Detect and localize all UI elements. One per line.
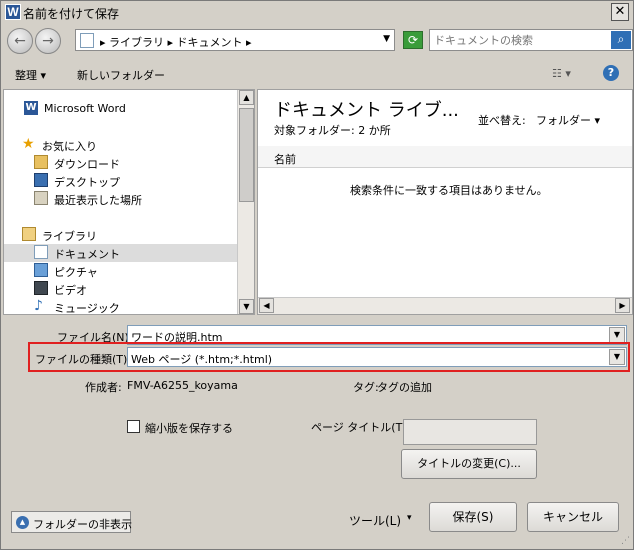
- sidebar-item-music[interactable]: ♪ ミュージック: [4, 298, 238, 314]
- sidebar-item-recent-places[interactable]: 最近表示した場所: [4, 190, 238, 208]
- scroll-up-arrow-icon[interactable]: ▲: [239, 90, 254, 105]
- column-header-name[interactable]: 名前: [258, 146, 632, 168]
- sidebar-item-microsoft-word[interactable]: W Microsoft Word: [4, 100, 238, 118]
- sidebar-item-videos[interactable]: ビデオ: [4, 280, 238, 298]
- scroll-thumb[interactable]: [239, 108, 254, 202]
- help-icon[interactable]: ?: [603, 65, 619, 81]
- search-input[interactable]: [434, 32, 610, 48]
- library-icon: [22, 227, 36, 241]
- sidebar-item-desktop[interactable]: デスクトップ: [4, 172, 238, 190]
- scroll-right-arrow-icon[interactable]: ▶: [615, 298, 630, 313]
- breadcrumb[interactable]: ▸ ライブラリ ▸ ドキュメント ▸: [100, 34, 252, 50]
- new-folder-button[interactable]: 新しいフォルダー: [77, 67, 165, 83]
- folder-download-icon: [34, 155, 48, 169]
- picture-icon: [34, 263, 48, 277]
- sidebar-item-documents[interactable]: ドキュメント: [4, 244, 238, 262]
- filetype-select[interactable]: Web ページ (*.htm;*.html) ▼: [127, 347, 627, 367]
- address-dropdown-icon[interactable]: ▼: [383, 34, 390, 44]
- document-library-icon: [80, 33, 94, 48]
- navigation-pane: W Microsoft Word ★ お気に入り ダウンロード デスクトップ 最…: [3, 89, 255, 315]
- save-button[interactable]: 保存(S): [429, 502, 517, 532]
- sidebar-item-pictures[interactable]: ピクチャ: [4, 262, 238, 280]
- forward-button[interactable]: →: [35, 28, 61, 54]
- tags-label: タグ:: [353, 381, 379, 394]
- save-thumbnail-label[interactable]: 縮小版を保存する: [145, 420, 233, 436]
- tags-value[interactable]: タグの追加: [377, 379, 432, 395]
- document-icon: [34, 245, 48, 259]
- resize-grip-icon[interactable]: ⋰: [621, 536, 630, 546]
- chevron-down-icon[interactable]: ▼: [609, 349, 625, 365]
- save-thumbnail-checkbox[interactable]: [127, 420, 140, 433]
- sidebar-item-favorites[interactable]: ★ お気に入り: [4, 136, 238, 154]
- chevron-up-icon: ▲: [16, 516, 29, 529]
- sort-label: 並べ替え:: [478, 114, 526, 127]
- file-list-pane: ドキュメント ライブ... 対象フォルダー: 2 か所 並べ替え: フォルダー …: [257, 89, 633, 315]
- change-title-button[interactable]: タイトルの変更(C)...: [401, 449, 537, 479]
- search-box[interactable]: ⌕: [429, 29, 633, 51]
- sidebar-item-downloads[interactable]: ダウンロード: [4, 154, 238, 172]
- empty-message: 検索条件に一致する項目はありません。: [350, 184, 548, 197]
- scroll-down-arrow-icon[interactable]: ▼: [239, 299, 254, 314]
- sidebar-item-libraries[interactable]: ライブラリ: [4, 226, 238, 244]
- author-value[interactable]: FMV-A6255_koyama: [127, 379, 238, 392]
- search-icon[interactable]: ⌕: [611, 31, 631, 49]
- filetype-value[interactable]: Web ページ (*.htm;*.html): [131, 351, 272, 367]
- word-app-icon: W: [5, 4, 21, 20]
- filetype-label: ファイルの種類(T):: [35, 353, 132, 366]
- author-label: 作成者:: [85, 381, 122, 394]
- column-header-label: 名前: [274, 153, 296, 166]
- horizontal-scrollbar[interactable]: ◀ ▶: [258, 297, 632, 314]
- refresh-button[interactable]: ⟳: [403, 31, 423, 49]
- library-title: ドキュメント ライブ...: [274, 100, 459, 121]
- page-title-field: [403, 419, 537, 445]
- cancel-button[interactable]: キャンセル: [527, 502, 619, 532]
- window-title: 名前を付けて保存: [23, 7, 120, 21]
- hide-folders-label: フォルダーの非表示: [33, 518, 132, 531]
- music-icon: ♪: [34, 298, 43, 314]
- recent-places-icon: [34, 191, 48, 205]
- title-bar: W 名前を付けて保存 ✕: [1, 1, 633, 23]
- star-icon: ★: [22, 136, 35, 152]
- page-title-label: ページ タイトル(T):: [311, 421, 411, 434]
- save-as-dialog: W 名前を付けて保存 ✕ ← → ▸ ライブラリ ▸ ドキュメント ▸ ▼ ⟳ …: [0, 0, 634, 550]
- toolbar: 整理 ▾ 新しいフォルダー: [1, 61, 633, 87]
- video-icon: [34, 281, 48, 295]
- close-button[interactable]: ✕: [611, 3, 629, 21]
- word-icon: W: [24, 101, 38, 115]
- tools-dropdown-icon[interactable]: ▾: [407, 513, 412, 523]
- address-bar[interactable]: ▸ ライブラリ ▸ ドキュメント ▸ ▼: [75, 29, 395, 51]
- organize-button[interactable]: 整理 ▾: [15, 67, 46, 83]
- desktop-icon: [34, 173, 48, 187]
- scroll-left-arrow-icon[interactable]: ◀: [259, 298, 274, 313]
- nav-scrollbar[interactable]: ▲ ▼: [237, 90, 254, 314]
- hide-folders-button[interactable]: ▲ フォルダーの非表示: [11, 511, 132, 533]
- library-subtitle[interactable]: 対象フォルダー: 2 か所: [274, 122, 391, 138]
- back-button[interactable]: ←: [7, 28, 33, 54]
- chevron-down-icon[interactable]: ▼: [609, 327, 625, 343]
- view-options-icon[interactable]: ☷ ▾: [552, 67, 571, 80]
- sort-dropdown[interactable]: フォルダー ▾: [536, 112, 600, 128]
- tools-button[interactable]: ツール(L): [349, 512, 401, 529]
